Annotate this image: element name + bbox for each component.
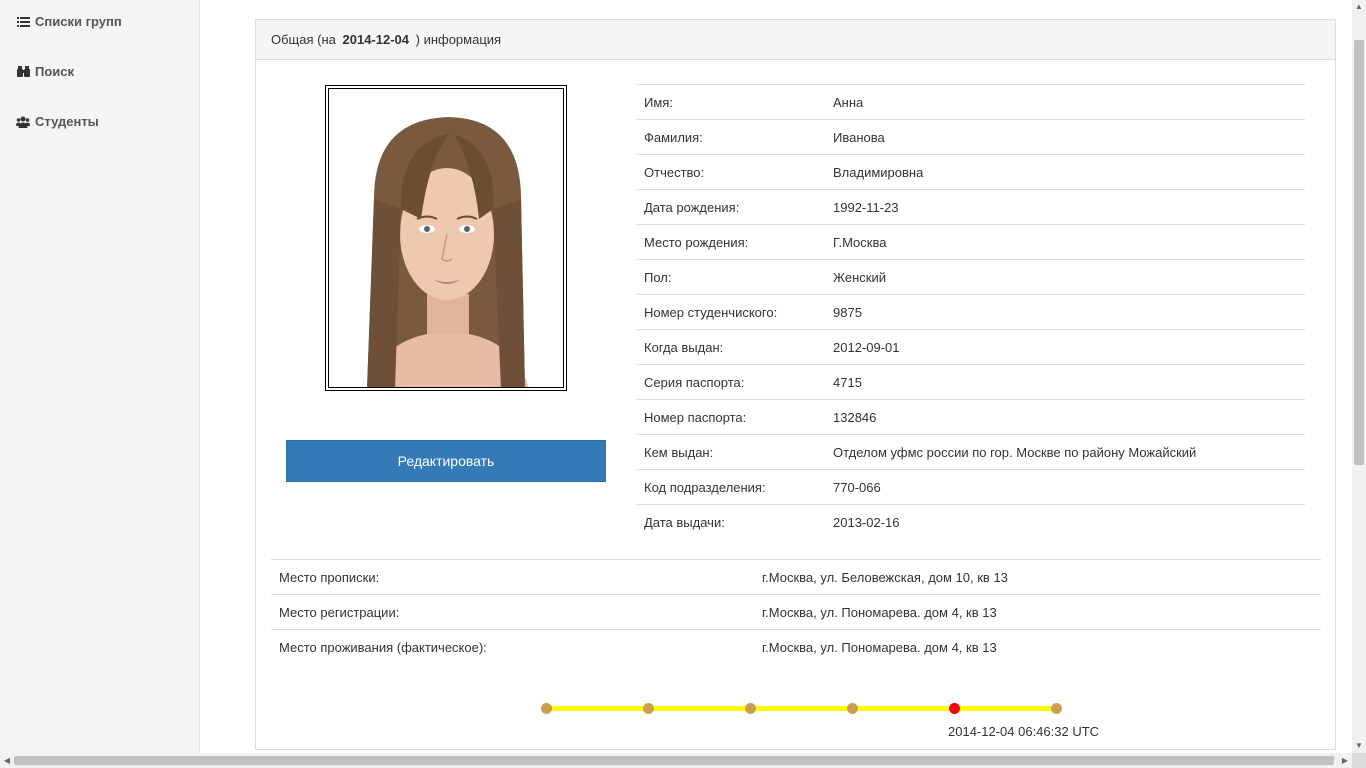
info-row: Код подразделения: 770-066 [636,469,1305,505]
info-label: Номер студенчиского: [636,294,825,330]
horizontal-scrollbar[interactable]: ◀ ▶ [0,753,1352,768]
info-label: Дата рождения: [636,189,825,225]
info-row: Кем выдан: Отделом уфмс россии по гор. Мо… [636,434,1305,470]
sidebar-item-label: Поиск [35,64,75,79]
info-label: Серия паспорта: [636,364,825,400]
info-value: 9875 [825,294,1305,330]
address-value: г.Москва, ул. Беловежская, дом 10, кв 13 [754,559,1321,595]
student-info-panel: Общая (на 2014-12-04 ) информация Редакт… [255,19,1336,750]
photo-image [328,88,564,388]
scroll-down-arrow-icon[interactable]: ▼ [1352,739,1366,753]
info-value: 4715 [825,364,1305,400]
info-row: Номер студенчиского: 9875 [636,294,1305,330]
info-value: Женский [825,259,1305,295]
info-value: 2013-02-16 [825,504,1305,540]
info-value: 2012-09-01 [825,329,1305,365]
users-icon [16,115,30,129]
heading-prefix: Общая (на [271,32,336,47]
history-timeline [536,698,1066,718]
info-row: Место рождения: Г.Москва [636,224,1305,260]
timeline-point[interactable] [847,703,858,714]
info-value: 132846 [825,399,1305,435]
info-row: Когда выдан: 2012-09-01 [636,329,1305,365]
main-content: Общая (на 2014-12-04 ) информация Редакт… [200,0,1352,753]
timeline-point[interactable] [643,703,654,714]
address-label: Место регистрации: [271,594,754,630]
info-row: Имя: Анна [636,84,1305,120]
info-value: Анна [825,84,1305,120]
scroll-up-arrow-icon[interactable]: ▲ [1352,0,1366,14]
address-label: Место прописки: [271,559,754,595]
info-label: Дата выдачи: [636,504,825,540]
info-row: Фамилия: Иванова [636,119,1305,155]
binoculars-icon [16,65,30,79]
address-table: Место прописки: г.Москва, ул. Беловежская… [271,559,1321,665]
sidebar-item-group-lists[interactable]: Списки групп [16,14,122,29]
sidebar-item-label: Списки групп [35,14,122,29]
info-label: Имя: [636,84,825,120]
edit-button[interactable]: Редактировать [286,440,606,482]
address-label: Место проживания (фактическое): [271,629,754,665]
scrollbar-corner [1352,753,1366,768]
info-row: Отчество: Владимировна [636,154,1305,190]
info-value: Отделом уфмс россии по гор. Москве по ра… [825,434,1305,470]
sidebar-item-search[interactable]: Поиск [16,64,74,79]
horizontal-scroll-thumb[interactable] [14,756,1334,765]
info-row: Дата выдачи: 2013-02-16 [636,504,1305,540]
heading-suffix: ) информация [415,32,502,47]
list-icon [16,15,30,29]
personal-info-table: Имя: Анна Фамилия: Иванова Отчество: Владимир… [636,84,1305,540]
info-value: Иванова [825,119,1305,155]
info-label: Фамилия: [636,119,825,155]
scroll-left-arrow-icon[interactable]: ◀ [0,753,14,768]
info-row: Номер паспорта: 132846 [636,399,1305,435]
timeline-point[interactable] [1051,703,1062,714]
info-label: Номер паспорта: [636,399,825,435]
info-row: Серия паспорта: 4715 [636,364,1305,400]
timeline-point-active[interactable] [949,703,960,714]
info-label: Отчество: [636,154,825,190]
scroll-right-arrow-icon[interactable]: ▶ [1338,753,1352,768]
sidebar-item-label: Студенты [35,114,99,129]
student-photo [325,85,567,391]
address-value: г.Москва, ул. Пономарева. дом 4, кв 13 [754,594,1321,630]
panel-heading: Общая (на 2014-12-04 ) информация [256,20,1335,60]
timeline-point[interactable] [745,703,756,714]
info-label: Код подразделения: [636,469,825,505]
info-value: Владимировна [825,154,1305,190]
address-row: Место проживания (фактическое): г.Москва,… [271,629,1321,665]
info-value: 770-066 [825,469,1305,505]
address-row: Место регистрации: г.Москва, ул. Пономаре… [271,594,1321,630]
address-row: Место прописки: г.Москва, ул. Беловежская… [271,559,1321,595]
sidebar-item-students[interactable]: Студенты [16,114,99,129]
timeline-point[interactable] [541,703,552,714]
info-value: 1992-11-23 [825,189,1305,225]
address-value: г.Москва, ул. Пономарева. дом 4, кв 13 [754,629,1321,665]
vertical-scroll-thumb[interactable] [1354,40,1364,465]
timeline-line [546,706,1055,711]
info-label: Место рождения: [636,224,825,260]
sidebar: Списки групп Поиск Студенты [0,0,200,753]
info-label: Кем выдан: [636,434,825,470]
info-row: Дата рождения: 1992-11-23 [636,189,1305,225]
info-row: Пол: Женский [636,259,1305,295]
vertical-scrollbar[interactable]: ▲ ▼ [1352,0,1366,753]
info-label: Когда выдан: [636,329,825,365]
timeline-timestamp: 2014-12-04 06:46:32 UTC [948,724,1100,739]
heading-date: 2014-12-04 [342,32,410,47]
info-value: Г.Москва [825,224,1305,260]
info-label: Пол: [636,259,825,295]
